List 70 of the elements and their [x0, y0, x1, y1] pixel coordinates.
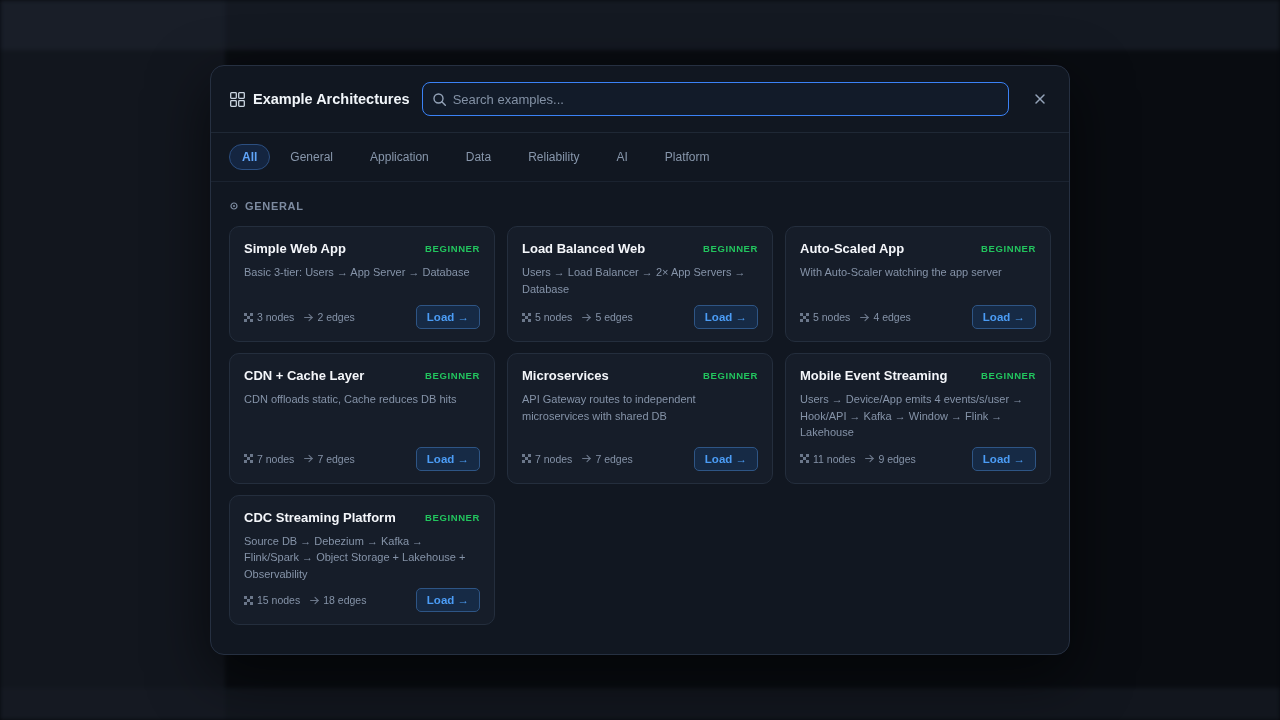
filter-tab[interactable]: Platform — [647, 144, 727, 170]
card-title: Simple Web App — [244, 241, 346, 256]
edge-count: 7 edges — [595, 452, 633, 465]
difficulty-label: BEGINNER — [703, 243, 758, 254]
card-description: Users → Device/App emits 4 events/s/user → Hook/API → Kafka → Window → Flink → Lakehouse — [800, 392, 1025, 440]
node-count: 15 nodes — [257, 594, 301, 606]
difficulty-label: BEGINNER — [425, 370, 480, 381]
card-title: Mobile Event Streaming — [800, 368, 948, 383]
nodes-icon — [800, 312, 809, 322]
card-description: With Auto-Scaler watching the app server — [800, 265, 1003, 280]
card-title: Auto-Scaled App — [800, 241, 905, 256]
filter-tab[interactable]: General — [273, 144, 351, 170]
arrow-icon — [304, 312, 314, 322]
dialog-title: Example Architectures — [253, 91, 410, 107]
card-description: Basic 3-tier: Users → App Server → Database — [244, 265, 471, 280]
edge-count: 9 edges — [878, 452, 916, 465]
nodes-icon — [244, 312, 253, 322]
node-count: 5 nodes — [535, 311, 573, 323]
card-title: Microservices — [522, 368, 609, 383]
close-icon[interactable] — [1033, 92, 1047, 106]
nodes-icon — [800, 454, 809, 463]
arrow-icon — [582, 312, 592, 322]
filter-tab[interactable]: All — [229, 144, 271, 170]
difficulty-label: BEGINNER — [425, 511, 480, 523]
nodes-icon — [244, 454, 253, 463]
load-button[interactable]: Load → — [971, 446, 1036, 471]
search-icon — [432, 93, 446, 106]
difficulty-label: BEGINNER — [703, 370, 758, 381]
filter-tab[interactable]: Reliability — [511, 144, 597, 170]
difficulty-label: BEGINNER — [981, 243, 1036, 254]
difficulty-label: BEGINNER — [981, 370, 1036, 381]
load-button[interactable]: Load → — [415, 446, 480, 471]
card-title: CDN + Cache Layer — [244, 368, 365, 383]
load-button[interactable]: Load → — [415, 305, 480, 329]
card-description: Source DB → Debezium → Kafka → Flink/Spark → Object Storage + Lakehouse + Observability — [244, 533, 467, 582]
edge-count: 2 edges — [317, 311, 355, 323]
load-button[interactable]: Load → — [415, 588, 480, 612]
ring-icon — [230, 202, 238, 210]
edge-count: 18 edges — [323, 594, 367, 606]
filter-tab[interactable]: AI — [599, 144, 645, 170]
search-field[interactable]: Search examples... — [421, 82, 1009, 116]
load-button[interactable]: Load → — [971, 305, 1036, 329]
grid-icon — [230, 91, 245, 107]
card-title: CDC Streaming Platform — [244, 509, 396, 525]
arrow-icon — [582, 454, 592, 463]
edge-count: 7 edges — [317, 452, 355, 465]
difficulty-label: BEGINNER — [425, 243, 480, 254]
nodes-icon — [522, 312, 531, 322]
edge-count: 5 edges — [595, 311, 633, 323]
arrow-icon — [310, 595, 320, 605]
card-description: API Gateway routes to independent microservices with shared DB — [522, 392, 697, 424]
node-count: 7 nodes — [257, 452, 295, 465]
arrow-icon — [860, 312, 870, 322]
filter-tab[interactable]: Data — [448, 144, 509, 170]
card-description: Users → Load Balancer → 2× App Servers → Database — [522, 265, 747, 297]
load-button[interactable]: Load → — [693, 446, 758, 471]
nodes-icon — [244, 595, 253, 605]
node-count: 5 nodes — [813, 311, 851, 323]
arrow-icon — [304, 454, 314, 463]
node-count: 7 nodes — [535, 452, 573, 465]
arrow-icon — [865, 454, 875, 463]
section-heading: GENERAL — [245, 200, 304, 212]
load-button[interactable]: Load → — [693, 305, 758, 329]
node-count: 3 nodes — [257, 311, 295, 323]
edge-count: 4 edges — [873, 311, 911, 323]
filter-tab[interactable]: Application — [353, 144, 446, 170]
node-count: 11 nodes — [813, 452, 856, 465]
card-title: Load Balanced Web — [522, 241, 646, 256]
card-description: CDN offloads static, Cache reduces DB hits — [244, 392, 458, 407]
nodes-icon — [522, 454, 531, 463]
